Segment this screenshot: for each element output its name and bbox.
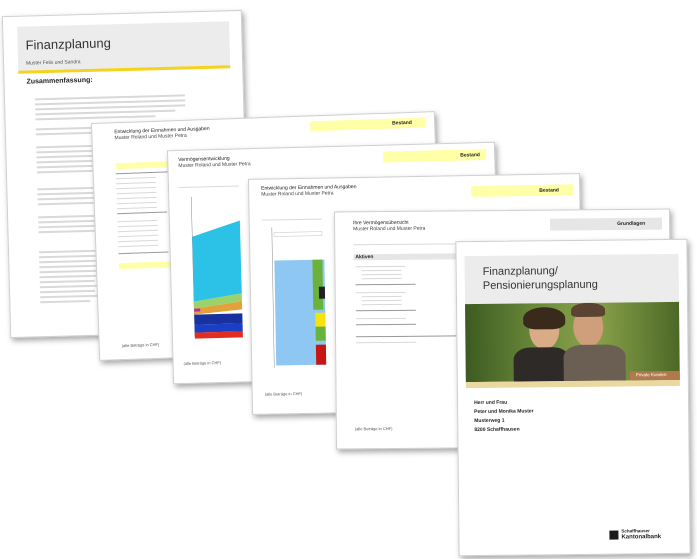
page-footer: (alle Beträge in CHF) [264,390,303,397]
section-heading: Zusammenfassung: [26,76,93,86]
page-subtitle: Muster Roland und Muster Petra [114,132,187,142]
photo-label: Private Kunden [635,372,667,378]
bank-name-line1: Schaffhauser [621,528,650,534]
cover-title-line2: Pensionierungsplanung [482,278,598,292]
page-subtitle: Muster Roland und Muster Petra [261,190,334,198]
address-line-1: Herr und Frau [474,399,508,407]
assets-heading: Aktiven [355,254,374,261]
document-cover-page: Finanzplanung/ Pensionierungsplanung Pri… [455,238,691,557]
page-tag: Bestand [539,187,560,194]
couple-photo [465,301,680,383]
page-footer: (alle Beträge in CHF) [121,341,160,349]
bank-name-line2: Kantonalbank [621,534,662,541]
cover-title-line1: Finanzplanung/ [482,265,558,278]
page-tag: Grundlagen [617,220,646,228]
page-subtitle: Muster Roland und Muster Petra [178,161,251,170]
page-tag: Bestand [392,119,412,127]
address-line-3: Musterweg 1 [474,417,505,425]
page-tag: Bestand [460,152,481,159]
income-stacked-chart [271,227,327,368]
page-title: Finanzplanung [25,35,112,53]
page-subtitle: Muster Roland und Muster Petra [353,225,426,233]
summary-text [3,11,241,304]
page-footer: (alle Beträge in CHF) [183,359,222,366]
page-footer: (alle Beträge in CHF) [354,425,393,432]
address-line-2: Peter und Monika Muster [474,408,534,416]
wealth-area-chart [179,195,254,347]
address-line-4: 8200 Schaffhausen [474,426,520,434]
bank-logo-icon [609,530,619,540]
